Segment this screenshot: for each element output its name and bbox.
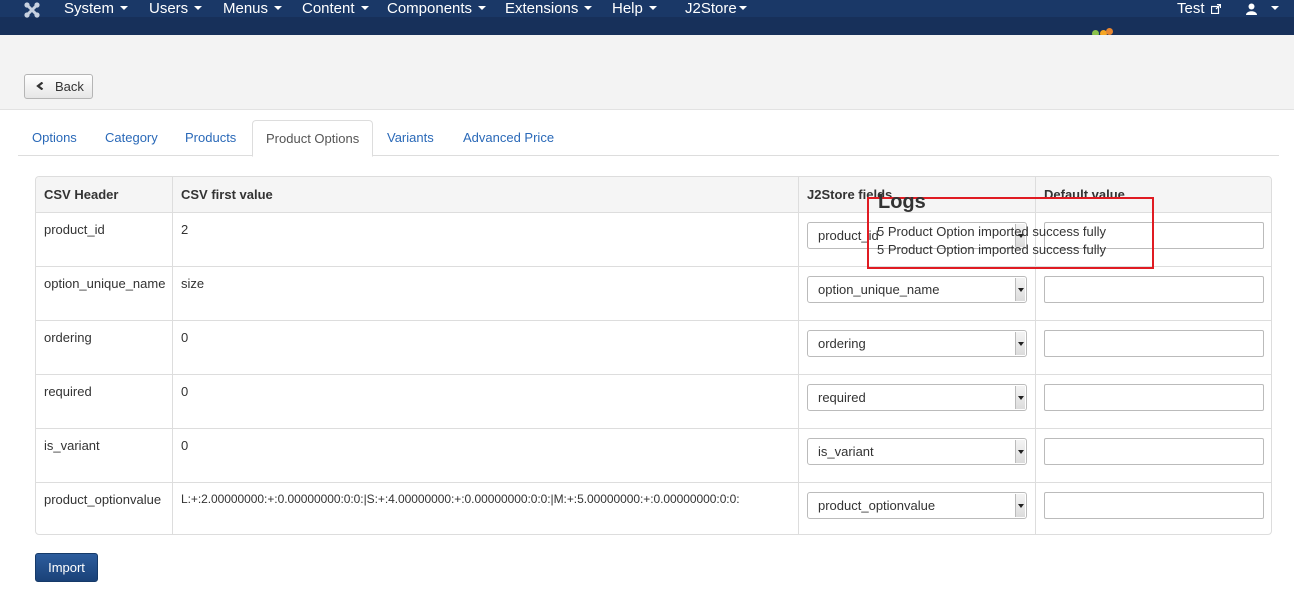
tab-options[interactable]: Options	[19, 120, 90, 156]
table-row: required 0 required	[36, 374, 1271, 428]
j2store-field-select[interactable]: product_optionvalue	[807, 492, 1027, 519]
csv-header-cell: is_variant	[44, 438, 100, 453]
j2store-field-cell: option_unique_name	[798, 267, 1035, 320]
user-icon	[1246, 3, 1257, 16]
caret-down-icon	[194, 6, 203, 11]
site-link[interactable]: Test	[1177, 0, 1221, 18]
select-value: option_unique_name	[818, 282, 940, 297]
j2store-field-cell: required	[798, 375, 1035, 428]
log-line: 5 Product Option imported success fully	[877, 224, 1107, 239]
table-row: option_unique_name size option_unique_na…	[36, 266, 1271, 320]
default-value-input[interactable]	[1044, 492, 1264, 519]
chevron-down-icon	[1015, 332, 1025, 355]
chevron-down-icon	[1015, 386, 1025, 409]
j2store-field-cell: is_variant	[798, 429, 1035, 482]
back-button[interactable]: Back	[24, 74, 93, 99]
j2store-field-select[interactable]: ordering	[807, 330, 1027, 357]
caret-down-icon	[738, 6, 747, 11]
menu-help[interactable]: Help	[612, 0, 657, 18]
navbar-inner: System Users Menus Content Components Ex…	[0, 0, 1294, 18]
csv-value-cell: size	[172, 267, 798, 320]
j2store-field-select[interactable]: required	[807, 384, 1027, 411]
default-value-cell	[1035, 375, 1271, 428]
j2store-field-select[interactable]: option_unique_name	[807, 276, 1027, 303]
default-value-input[interactable]	[1044, 276, 1264, 303]
tab-products[interactable]: Products	[172, 120, 249, 156]
csv-value-cell: 0	[172, 375, 798, 428]
column-header-csv-header: CSV Header	[44, 187, 119, 202]
default-value-cell	[1035, 483, 1271, 534]
menu-system-label: System	[64, 0, 115, 17]
csv-header-cell: required	[44, 384, 92, 399]
j2store-field-cell: product_optionvalue	[798, 483, 1035, 534]
orange-dot	[1106, 28, 1113, 35]
chevron-down-icon	[1015, 278, 1025, 301]
csv-value-cell: 0	[172, 321, 798, 374]
menu-components-label: Components	[387, 0, 473, 17]
caret-down-icon	[584, 6, 593, 11]
user-menu[interactable]	[1246, 0, 1280, 18]
select-value: required	[818, 390, 866, 405]
log-line: 5 Product Option imported success fully	[877, 242, 1107, 257]
select-value: product_optionvalue	[818, 498, 936, 513]
import-tabs: Options Category Products Product Option…	[18, 120, 1279, 157]
table-row: ordering 0 ordering	[36, 320, 1271, 374]
menu-j2store[interactable]: J2Store	[685, 0, 747, 18]
tab-variants[interactable]: Variants	[374, 120, 447, 156]
csv-header-cell: ordering	[44, 330, 92, 345]
menu-menus-label: Menus	[223, 0, 269, 17]
table-row: is_variant 0 is_variant	[36, 428, 1271, 482]
caret-down-icon	[274, 6, 283, 11]
caret-down-icon	[478, 6, 487, 11]
default-value-input[interactable]	[1044, 384, 1264, 411]
menu-j2store-label: J2Store	[685, 0, 737, 17]
j2store-field-select[interactable]: is_variant	[807, 438, 1027, 465]
menu-content[interactable]: Content	[302, 0, 369, 18]
top-navbar: System Users Menus Content Components Ex…	[0, 0, 1294, 26]
back-button-label: Back	[55, 79, 84, 94]
chevron-down-icon	[1015, 440, 1025, 463]
menu-users[interactable]: Users	[149, 0, 203, 18]
csv-value-cell: 2	[172, 213, 798, 266]
default-value-cell	[1035, 267, 1271, 320]
csv-header-cell: option_unique_name	[44, 276, 166, 291]
csv-header-cell: product_id	[44, 222, 105, 237]
select-value: ordering	[818, 336, 866, 351]
csv-header-cell: product_optionvalue	[44, 492, 162, 507]
csv-value-cell: 0	[172, 429, 798, 482]
menu-menus[interactable]: Menus	[223, 0, 283, 18]
subhead-toolbar	[0, 35, 1294, 110]
column-header-csv-first-value: CSV first value	[172, 177, 798, 212]
chevron-left-icon	[36, 82, 44, 90]
default-value-cell	[1035, 429, 1271, 482]
tab-category[interactable]: Category	[92, 120, 171, 156]
caret-down-icon	[360, 6, 369, 11]
default-value-input[interactable]	[1044, 330, 1264, 357]
caret-down-icon	[648, 6, 657, 11]
chevron-down-icon	[1015, 494, 1025, 517]
menu-content-label: Content	[302, 0, 355, 17]
menu-components[interactable]: Components	[387, 0, 487, 18]
logs-panel: Logs 5 Product Option imported success f…	[867, 191, 1154, 269]
caret-down-icon	[1271, 6, 1280, 11]
menu-users-label: Users	[149, 0, 189, 17]
caret-down-icon	[120, 6, 129, 11]
external-link-icon	[1210, 3, 1221, 15]
tab-product-options[interactable]: Product Options	[252, 120, 374, 157]
site-link-label: Test	[1177, 0, 1205, 17]
default-value-cell	[1035, 321, 1271, 374]
select-value: is_variant	[818, 444, 874, 459]
table-row: product_optionvalue L:+:2.00000000:+:0.0…	[36, 482, 1271, 534]
logs-title: Logs	[878, 191, 926, 213]
joomla-logo-icon[interactable]	[23, 1, 41, 19]
j2store-field-cell: ordering	[798, 321, 1035, 374]
tab-advanced-price[interactable]: Advanced Price	[450, 120, 567, 156]
menu-help-label: Help	[612, 0, 643, 17]
csv-value-cell: L:+:2.00000000:+:0.00000000:0:0:|S:+:4.0…	[172, 483, 798, 534]
menu-extensions[interactable]: Extensions	[505, 0, 593, 18]
default-value-input[interactable]	[1044, 438, 1264, 465]
import-button[interactable]: Import	[35, 553, 98, 582]
menu-system[interactable]: System	[64, 0, 129, 18]
menu-extensions-label: Extensions	[505, 0, 579, 17]
